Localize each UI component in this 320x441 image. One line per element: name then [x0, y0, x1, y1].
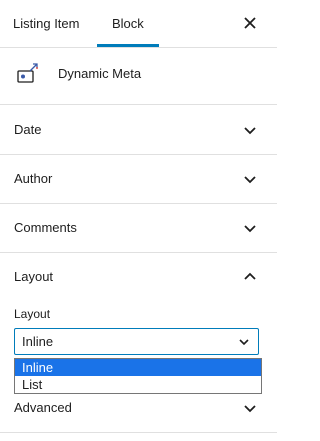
layout-select[interactable]: Inline	[14, 328, 259, 355]
panel-comments[interactable]: Comments	[0, 203, 277, 253]
layout-select-value: Inline	[22, 334, 54, 349]
panel-author[interactable]: Author	[0, 154, 277, 204]
chevron-up-icon	[244, 272, 256, 280]
chevron-down-icon	[244, 405, 256, 413]
panel-comments-label: Comments	[14, 220, 77, 235]
layout-option-inline[interactable]: Inline	[15, 359, 261, 376]
panel-layout-label: Layout	[14, 269, 54, 284]
panel-layout[interactable]: Layout	[0, 252, 277, 301]
layout-dropdown: Inline List	[14, 358, 262, 394]
layout-field-label: Layout	[14, 307, 51, 321]
chevron-down-icon	[244, 225, 256, 233]
close-button[interactable]	[240, 13, 260, 33]
chevron-down-icon	[244, 176, 256, 184]
tab-block[interactable]: Block	[112, 0, 144, 47]
panel-date[interactable]: Date	[0, 105, 277, 155]
tab-listing-item[interactable]: Listing Item	[13, 0, 79, 47]
panel-date-label: Date	[14, 122, 42, 137]
dynamic-meta-icon	[14, 61, 42, 89]
sidebar-tabs: Listing Item Block	[0, 0, 277, 48]
block-card: Dynamic Meta	[0, 48, 277, 105]
chevron-down-icon	[239, 339, 249, 346]
close-icon	[244, 17, 256, 29]
layout-option-list[interactable]: List	[15, 376, 261, 393]
active-tab-indicator	[97, 44, 159, 47]
chevron-down-icon	[244, 127, 256, 135]
block-title: Dynamic Meta	[58, 66, 142, 81]
panel-author-label: Author	[14, 171, 53, 186]
